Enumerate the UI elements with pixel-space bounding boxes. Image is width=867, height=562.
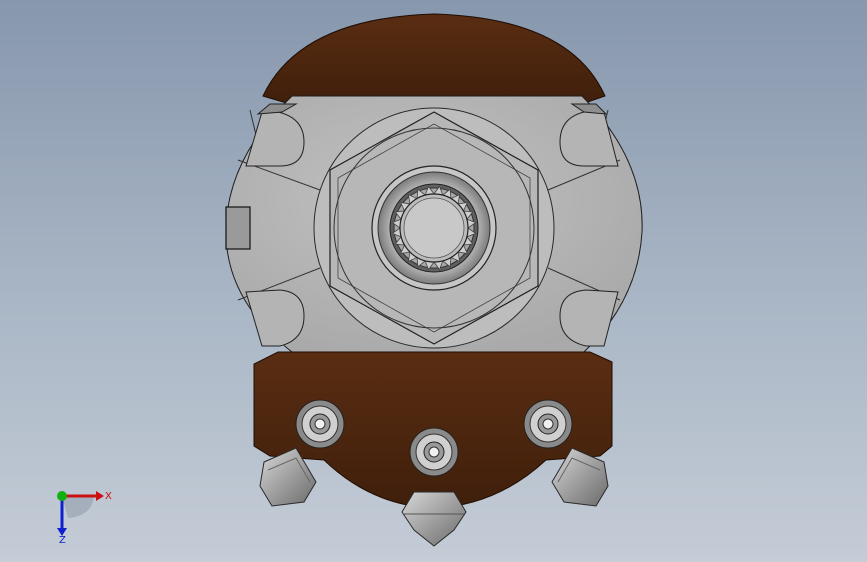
solder-pin-center [401, 491, 467, 547]
terminal-eyelet-right [523, 399, 573, 449]
anti-rotation-tab [225, 206, 251, 250]
terminal-eyelet-center [409, 427, 459, 477]
x-axis-arrowhead [96, 491, 104, 501]
x-axis-label: X [105, 491, 112, 502]
axis-triad: X Z [57, 491, 112, 544]
terminal-eyelet-left [295, 399, 345, 449]
z-axis-label: Z [59, 535, 66, 544]
potentiometer-model [225, 13, 643, 547]
y-axis-origin-icon [57, 491, 67, 501]
housing-top-arc [262, 13, 606, 105]
knurled-shaft [389, 183, 479, 273]
triad-shadow [62, 496, 94, 518]
3d-viewport[interactable] [0, 0, 867, 562]
